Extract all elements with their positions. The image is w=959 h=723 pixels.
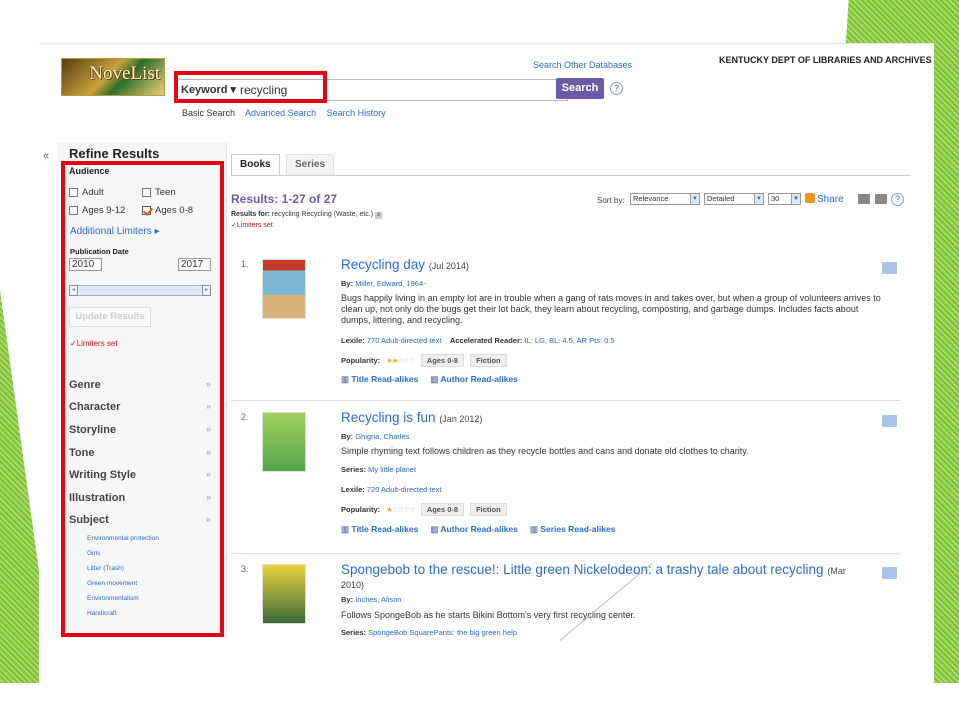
author-line: By: Ghigna, Charles (341, 432, 410, 441)
author-line: By: Inches, Alison (341, 595, 402, 604)
help-icon[interactable]: ? (891, 193, 904, 206)
book-cover[interactable] (262, 259, 306, 319)
series-link[interactable]: My little planet (368, 465, 416, 474)
author-link[interactable]: Inches, Alison (355, 595, 401, 604)
remove-term-icon[interactable]: x (375, 212, 383, 219)
genre-tag[interactable]: Fiction (470, 354, 507, 367)
popularity-row: Popularity: ★☆☆☆☆ Ages 0-8 Fiction (341, 503, 507, 516)
star-rating-icon: ★☆☆☆☆ (386, 505, 416, 514)
result-item: 2. Recycling is fun (Jan 2012) By: Ghign… (231, 407, 901, 547)
library-name: KENTUCKY DEPT OF LIBRARIES AND ARCHIVES (719, 55, 932, 65)
dropdown-arrow-icon: ▼ (791, 194, 800, 204)
author-line: By: Miller, Edward, 1964- (341, 279, 426, 288)
audience-tag[interactable]: Ages 0-8 (420, 354, 465, 367)
rss-icon (805, 193, 815, 203)
audience-tag[interactable]: Ages 0-8 (420, 503, 465, 516)
reading-levels: Lexile: 720 Adult-directed text (341, 485, 442, 494)
result-title[interactable]: Spongebob to the rescue!: Little green N… (341, 562, 846, 577)
add-to-folder-icon[interactable] (882, 567, 897, 579)
title-readalikes-link[interactable]: Title Read-alikes (341, 524, 418, 535)
divider (231, 400, 901, 401)
result-title[interactable]: Recycling is fun (Jan 2012) (341, 410, 482, 425)
print-icon[interactable] (875, 194, 887, 204)
tab-series[interactable]: Series (286, 154, 335, 176)
dropdown-arrow-icon: ▼ (690, 194, 699, 204)
author-readalikes-link[interactable]: Author Read-alikes (430, 374, 517, 385)
title-readalikes-link[interactable]: Title Read-alikes (341, 374, 418, 385)
result-title[interactable]: Recycling day (Jul 2014) (341, 257, 469, 272)
add-to-folder-icon[interactable] (882, 415, 897, 427)
star-rating-icon: ★★☆☆☆ (386, 356, 416, 365)
refine-results-title: Refine Results (69, 146, 160, 161)
result-description: Simple rhyming text follows children as … (341, 446, 749, 456)
per-page-select[interactable]: 30 ▼ (768, 193, 801, 205)
collapse-sidebar-icon[interactable]: « (43, 150, 49, 162)
author-link[interactable]: Ghigna, Charles (355, 432, 409, 441)
result-item: 1. Recycling day (Jul 2014) By: Miller, … (231, 254, 901, 404)
author-readalikes-link[interactable]: Author Read-alikes (430, 524, 517, 535)
result-number: 2. (241, 412, 249, 422)
result-item: 3. Spongebob to the rescue!: Little gree… (231, 559, 901, 679)
result-number: 1. (241, 259, 249, 269)
book-cover[interactable] (262, 412, 306, 472)
search-button[interactable]: Search (556, 78, 604, 99)
series-readalikes-link[interactable]: Series Read-alikes (530, 524, 615, 535)
result-number: 3. (241, 564, 249, 574)
divider (231, 553, 901, 554)
tab-divider (231, 175, 911, 176)
slide-bottom (0, 683, 959, 723)
results-for: Results for: recycling Recycling (Waste,… (231, 211, 383, 219)
series-line: Series: SpongeBob SquarePants: the big g… (341, 628, 517, 637)
help-icon[interactable]: ? (610, 82, 623, 95)
popularity-row: Popularity: ★★☆☆☆ Ages 0-8 Fiction (341, 354, 507, 367)
results-count: Results: 1-27 of 27 (231, 192, 338, 206)
search-other-databases-link[interactable]: Search Other Databases (533, 60, 632, 70)
readalikes-row: Title Read-alikes Author Read-alikes Serie… (341, 524, 615, 535)
book-cover[interactable] (262, 564, 306, 624)
sort-by-label: Sort by: (597, 196, 625, 205)
result-description: Follows SpongeBob as he starts Bikini Bo… (341, 610, 636, 620)
highlight-box-search (174, 71, 327, 103)
export-icon[interactable] (858, 194, 870, 204)
tab-books[interactable]: Books (231, 154, 280, 176)
limiters-set-main: ✓Limiters set (231, 222, 273, 229)
series-link[interactable]: SpongeBob SquarePants: the big green hel… (368, 628, 517, 637)
view-select[interactable]: Detailed ▼ (704, 193, 764, 205)
novelist-screenshot: NoveList Search Other Databases KENTUCKY… (39, 43, 934, 683)
highlight-box-refine (61, 161, 224, 637)
author-link[interactable]: Miller, Edward, 1964- (355, 279, 425, 288)
reading-levels: Lexile: 770 Adult-directed text Accelera… (341, 336, 615, 345)
novelist-logo[interactable]: NoveList (61, 58, 165, 96)
dropdown-arrow-icon: ▼ (754, 194, 763, 204)
result-description: Bugs happily living in an empty lot are … (341, 293, 881, 325)
genre-tag[interactable]: Fiction (470, 503, 507, 516)
share-button[interactable]: Share (805, 193, 844, 205)
readalikes-row: Title Read-alikes Author Read-alikes (341, 374, 517, 385)
basic-search-link[interactable]: Basic Search (182, 108, 235, 118)
advanced-search-link[interactable]: Advanced Search (245, 108, 316, 118)
search-history-link[interactable]: Search History (327, 108, 386, 118)
add-to-folder-icon[interactable] (882, 262, 897, 274)
result-date-continued: 2010) (341, 580, 365, 590)
search-nav: Basic Search Advanced Search Search Hist… (182, 108, 394, 118)
series-line: Series: My little planet (341, 465, 417, 474)
sort-select[interactable]: Relevance ▼ (630, 193, 700, 205)
